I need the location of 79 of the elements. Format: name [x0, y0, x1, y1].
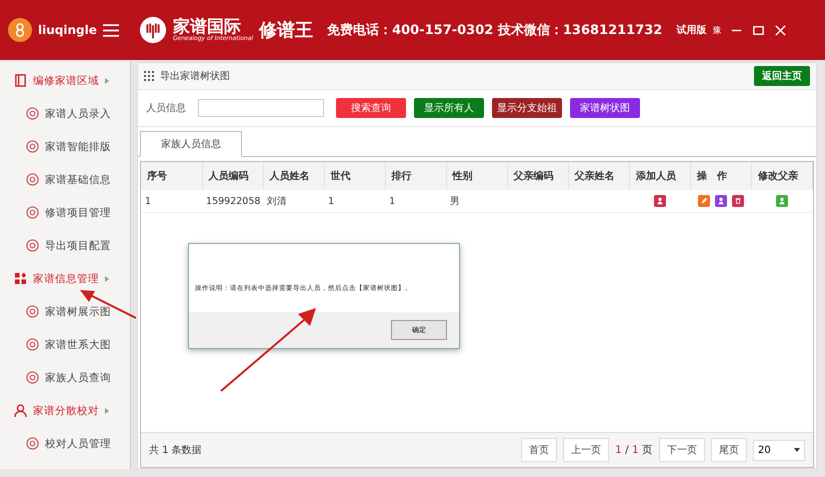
sidebar-item[interactable]: 家谱人员录入: [0, 97, 130, 130]
book-icon: [14, 74, 27, 87]
circle-icon: [26, 140, 39, 153]
home-button[interactable]: 返回主页: [754, 66, 810, 86]
dropdown-caret-icon: [794, 448, 800, 452]
circle-icon: [26, 338, 39, 351]
action-button[interactable]: 搜索查询: [336, 98, 406, 118]
avatar-icon[interactable]: [8, 18, 32, 42]
column-header: 序号: [141, 162, 202, 190]
edition-mark: 豫: [712, 24, 722, 36]
circle-icon: [26, 107, 39, 120]
maximize-icon[interactable]: [752, 24, 766, 36]
tree-logo-icon: [138, 16, 167, 44]
caret-icon: [105, 408, 109, 414]
sidebar-item[interactable]: 修谱项目管理: [0, 196, 130, 229]
close-icon[interactable]: [774, 24, 788, 36]
column-header: 人员编码: [202, 162, 264, 190]
search-field[interactable]: [198, 99, 324, 117]
column-header: 父亲编码: [507, 162, 568, 190]
sidebar-item[interactable]: 校对人员管理: [0, 427, 130, 460]
circle-icon: [26, 206, 39, 219]
table-cell: 1: [324, 190, 386, 212]
add-person-icon[interactable]: [654, 195, 666, 207]
last-page-button[interactable]: 尾页: [711, 438, 747, 462]
table-cell: 1: [141, 190, 202, 212]
next-page-button[interactable]: 下一页: [659, 438, 705, 462]
column-header: 性别: [446, 162, 508, 190]
sidebar-item[interactable]: 家谱树展示图: [0, 295, 130, 328]
sidebar-item[interactable]: 家谱智能排版: [0, 130, 130, 163]
sidebar-section[interactable]: 家谱信息管理: [0, 262, 130, 295]
table-cell: 1: [385, 190, 446, 212]
edition-label: 试用版: [676, 24, 706, 37]
page-size-select[interactable]: 20: [753, 440, 805, 460]
annotation-arrow: [80, 290, 136, 320]
change-father-icon[interactable]: [776, 195, 788, 207]
brand-name: 家谱国际: [172, 18, 241, 36]
record-count: 共 1 条数据: [149, 444, 202, 457]
panel-title: 导出家谱树状图: [160, 70, 231, 83]
search-label: 人员信息: [146, 102, 186, 115]
person-icon: [14, 404, 27, 417]
person-icon[interactable]: [714, 195, 727, 207]
grid-menu-icon: [144, 71, 154, 81]
action-button[interactable]: 显示所有人: [414, 98, 484, 118]
sidebar-item[interactable]: 导出项目配置: [0, 229, 130, 262]
column-header: 添加人员: [629, 162, 690, 190]
page-indicator: 1 / 1 页: [615, 443, 653, 457]
sidebar-item[interactable]: 家谱世系大图: [0, 328, 130, 361]
delete-icon[interactable]: [732, 195, 744, 207]
circle-icon: [26, 371, 39, 384]
table-cell: 刘清: [263, 190, 324, 212]
circle-icon: [26, 437, 39, 450]
circle-icon: [26, 173, 39, 186]
action-button[interactable]: 家谱树状图: [570, 98, 640, 118]
grid-icon: [14, 272, 27, 285]
table-cell: 男: [446, 190, 508, 212]
column-header: 修改父亲: [751, 162, 812, 190]
sidebar-section[interactable]: 编修家谱区域: [0, 64, 130, 97]
sidebar-section[interactable]: 家谱分散校对: [0, 394, 130, 427]
sidebar-item[interactable]: 家族人员查询: [0, 361, 130, 394]
username: liuqingle: [38, 23, 97, 37]
column-header: 操 作: [690, 162, 752, 190]
product-name: 修谱王: [259, 19, 314, 42]
circle-icon: [26, 239, 39, 252]
edit-icon[interactable]: [698, 195, 710, 207]
prev-page-button[interactable]: 上一页: [563, 438, 610, 462]
column-header: 人员姓名: [263, 162, 324, 190]
tab[interactable]: 家族人员信息: [140, 131, 242, 157]
column-header: 世代: [324, 162, 386, 190]
contact-info: 免费电话：400-157-0302 技术微信：13681211732: [327, 22, 662, 39]
caret-icon: [105, 276, 109, 282]
caret-icon: [105, 78, 109, 84]
circle-icon: [26, 305, 39, 318]
menu-icon[interactable]: [102, 24, 119, 36]
column-header: 父亲姓名: [568, 162, 630, 190]
table-cell: 159922058: [202, 190, 264, 212]
first-page-button[interactable]: 首页: [521, 438, 558, 462]
sidebar-item[interactable]: 家谱基础信息: [0, 163, 130, 196]
column-header: 排行: [385, 162, 446, 190]
action-button[interactable]: 显示分支始祖: [492, 98, 562, 118]
